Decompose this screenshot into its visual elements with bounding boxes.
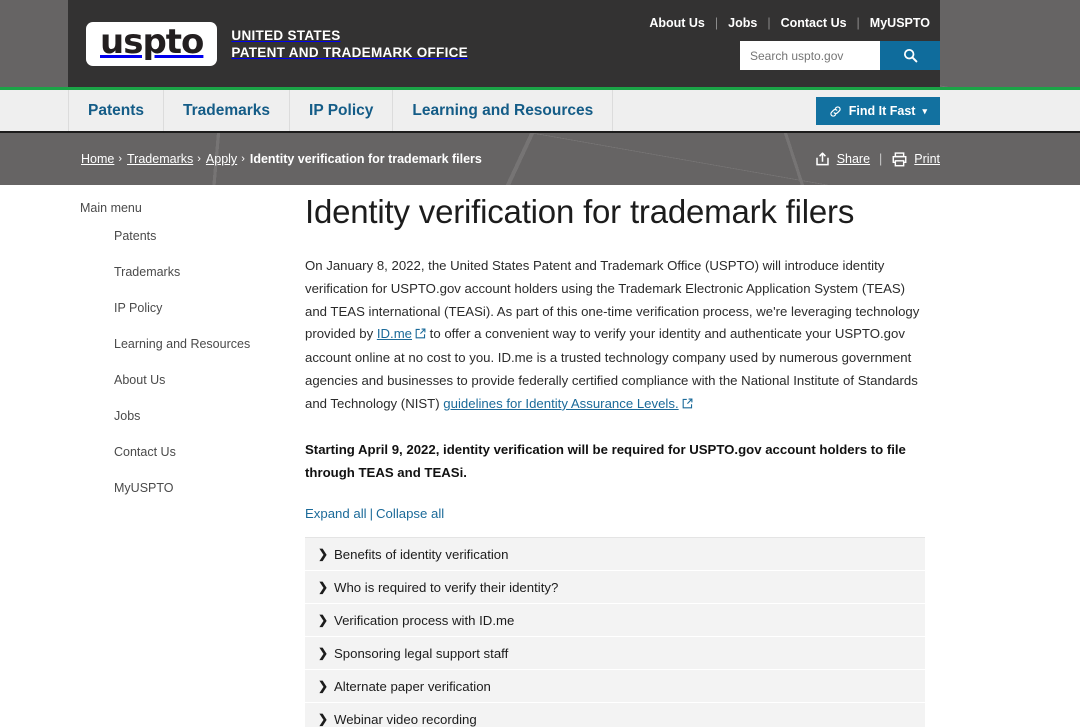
main-navigation: Patents Trademarks IP Policy Learning an…: [0, 90, 1080, 133]
link-icon: [829, 105, 842, 118]
sidebar-title: Main menu: [80, 201, 280, 215]
sidebar-item-myuspto[interactable]: MyUSPTO: [80, 481, 280, 495]
external-link-icon: [415, 324, 426, 347]
accordion-item-sponsoring-staff[interactable]: ❯ Sponsoring legal support staff: [305, 637, 925, 670]
logo-line-1: UNITED STATES: [231, 27, 468, 44]
util-link-contact-us[interactable]: Contact Us: [771, 16, 857, 30]
page-tools: Share | Print: [814, 133, 940, 185]
collapse-all-link[interactable]: Collapse all: [376, 506, 444, 521]
accordion-item-webinar-recording[interactable]: ❯ Webinar video recording: [305, 703, 925, 727]
accordion-label: Sponsoring legal support staff: [334, 646, 508, 661]
sidebar-item-about-us[interactable]: About Us: [80, 373, 280, 387]
id-me-link[interactable]: ID.me: [377, 326, 412, 341]
chevron-right-icon: ❯: [318, 646, 334, 660]
external-link-icon: [682, 394, 693, 417]
utility-navigation: About Us | Jobs | Contact Us | MyUSPTO: [639, 16, 940, 30]
identity-assurance-levels-link[interactable]: guidelines for Identity Assurance Levels…: [443, 396, 678, 411]
sidebar-item-learning-and-resources[interactable]: Learning and Resources: [80, 337, 280, 351]
intro-paragraph: On January 8, 2022, the United States Pa…: [305, 255, 925, 417]
accordion-label: Who is required to verify their identity…: [334, 580, 558, 595]
accordion-label: Verification process with ID.me: [334, 613, 514, 628]
accordion-item-alternate-paper[interactable]: ❯ Alternate paper verification: [305, 670, 925, 703]
sidebar: Main menu Patents Trademarks IP Policy L…: [80, 201, 280, 517]
util-link-about-us[interactable]: About Us: [639, 16, 715, 30]
find-it-fast-button[interactable]: Find It Fast ▾: [816, 97, 940, 125]
sidebar-item-ip-policy[interactable]: IP Policy: [80, 301, 280, 315]
main-content: Identity verification for trademark file…: [305, 193, 925, 727]
sidebar-item-trademarks[interactable]: Trademarks: [80, 265, 280, 279]
site-header: uspto UNITED STATES PATENT AND TRADEMARK…: [0, 0, 1080, 87]
breadcrumb-item-current: Identity verification for trademark file…: [250, 152, 482, 166]
util-link-jobs[interactable]: Jobs: [718, 16, 767, 30]
sidebar-item-jobs[interactable]: Jobs: [80, 409, 280, 423]
accordion-item-verification-process[interactable]: ❯ Verification process with ID.me: [305, 604, 925, 637]
print-label: Print: [914, 152, 940, 166]
accordion-item-benefits[interactable]: ❯ Benefits of identity verification: [305, 538, 925, 571]
chevron-down-icon: ▾: [922, 106, 927, 117]
uspto-logo[interactable]: uspto UNITED STATES PATENT AND TRADEMARK…: [86, 22, 468, 66]
nav-item-patents[interactable]: Patents: [68, 90, 164, 131]
print-button[interactable]: Print: [891, 151, 940, 168]
breadcrumb: Home › Trademarks › Apply › Identity ver…: [81, 133, 482, 185]
accordion-label: Webinar video recording: [334, 712, 477, 727]
chevron-right-icon: ❯: [318, 547, 334, 561]
site-search: [740, 41, 940, 70]
share-label: Share: [837, 152, 870, 166]
accordion-toggles: Expand all|Collapse all: [305, 506, 925, 521]
share-icon: [814, 151, 831, 168]
logo-line-2: PATENT AND TRADEMARK OFFICE: [231, 44, 468, 61]
accordion-item-who-required[interactable]: ❯ Who is required to verify their identi…: [305, 571, 925, 604]
util-link-myuspto[interactable]: MyUSPTO: [860, 16, 940, 30]
uspto-logo-text: UNITED STATES PATENT AND TRADEMARK OFFIC…: [231, 27, 468, 62]
breadcrumb-bar: Home › Trademarks › Apply › Identity ver…: [0, 133, 1080, 185]
print-icon: [891, 151, 908, 168]
page-title: Identity verification for trademark file…: [305, 193, 925, 231]
accordion-label: Benefits of identity verification: [334, 547, 508, 562]
main-navigation-items: Patents Trademarks IP Policy Learning an…: [68, 90, 613, 131]
breadcrumb-separator: ›: [118, 153, 122, 165]
breadcrumb-item-apply[interactable]: Apply: [206, 152, 237, 166]
sidebar-item-patents[interactable]: Patents: [80, 229, 280, 243]
breadcrumb-separator: ›: [197, 153, 201, 165]
nav-item-ip-policy[interactable]: IP Policy: [290, 90, 393, 131]
accordion-label: Alternate paper verification: [334, 679, 491, 694]
nav-item-trademarks[interactable]: Trademarks: [164, 90, 290, 131]
nav-item-learning-and-resources[interactable]: Learning and Resources: [393, 90, 613, 131]
sidebar-item-contact-us[interactable]: Contact Us: [80, 445, 280, 459]
toggle-separator: |: [370, 506, 373, 521]
expand-all-link[interactable]: Expand all: [305, 506, 367, 521]
breadcrumb-item-trademarks[interactable]: Trademarks: [127, 152, 193, 166]
requirement-notice: Starting April 9, 2022, identity verific…: [305, 439, 925, 485]
search-input[interactable]: [740, 41, 880, 70]
search-icon: [903, 48, 918, 63]
chevron-right-icon: ❯: [318, 712, 334, 726]
share-button[interactable]: Share: [814, 151, 870, 168]
tools-divider: |: [879, 152, 882, 166]
breadcrumb-separator: ›: [241, 153, 245, 165]
uspto-logo-mark: uspto: [86, 22, 217, 66]
page-body: Main menu Patents Trademarks IP Policy L…: [0, 185, 1080, 727]
accordion-group-primary: ❯ Benefits of identity verification ❯ Wh…: [305, 537, 925, 727]
search-button[interactable]: [880, 41, 940, 70]
chevron-right-icon: ❯: [318, 613, 334, 627]
breadcrumb-item-home[interactable]: Home: [81, 152, 114, 166]
find-it-fast-label: Find It Fast: [849, 104, 916, 118]
chevron-right-icon: ❯: [318, 580, 334, 594]
chevron-right-icon: ❯: [318, 679, 334, 693]
